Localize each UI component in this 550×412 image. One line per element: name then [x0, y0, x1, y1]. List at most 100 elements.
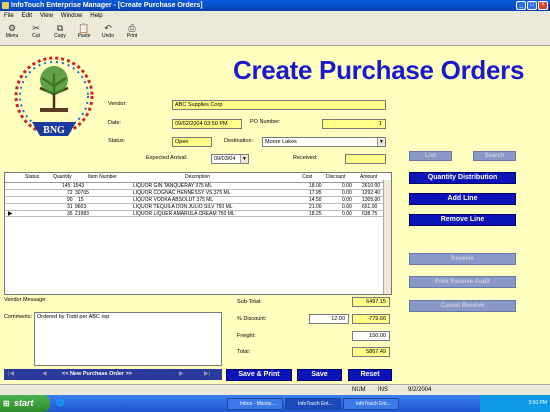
table-row[interactable]: 31 9603 LIQUOR TEQUILA DON JULIO SILV 75… [5, 203, 391, 210]
destination-select[interactable]: Moore Lakes ▼ [262, 137, 386, 147]
undo-icon: ↶ [104, 23, 112, 33]
prev-record-button[interactable]: ◀ [42, 370, 47, 377]
date-field[interactable]: 09/02/2004 03:50 PM [172, 119, 242, 129]
print-receive-audit-button[interactable]: Print Receive Audit [409, 276, 516, 288]
paste-button[interactable]: 📋 Paste [73, 23, 95, 44]
vendor-label: Vendor: [108, 101, 127, 107]
expected-arrival-select[interactable]: 09/03/04 ▼ [211, 154, 249, 164]
menu-tool-label: Menu [5, 33, 19, 39]
menu-bar: File Edit View Window Help [0, 11, 550, 21]
chevron-down-icon[interactable]: ▼ [240, 155, 248, 163]
paste-icon: 📋 [78, 23, 90, 33]
quantity-distribution-button[interactable]: Quantity Distribution [409, 172, 516, 184]
next-record-button[interactable]: ▶ [179, 370, 184, 377]
receive-button[interactable]: Receive [409, 253, 516, 265]
expected-arrival-value: 09/03/04 [214, 156, 236, 162]
clock: 3:50 PM [528, 400, 547, 406]
search-button[interactable]: Search [473, 151, 516, 161]
remove-line-button[interactable]: Remove Line [409, 214, 516, 226]
discount-amount-field: -779.66 [352, 314, 390, 324]
total-field: 5867.49 [352, 347, 390, 357]
taskbar-item[interactable]: Inbox - Micros... [227, 398, 283, 410]
menu-window[interactable]: Window [57, 11, 86, 21]
save-button[interactable]: Save [297, 369, 342, 381]
reset-button[interactable]: Reset [348, 369, 392, 381]
undo-button[interactable]: ↶ Undo [97, 23, 119, 44]
grid-scrollbar[interactable] [383, 180, 391, 294]
chevron-down-icon[interactable]: ▼ [377, 138, 385, 146]
minimize-button[interactable]: _ [516, 1, 526, 10]
close-button[interactable]: × [538, 1, 548, 10]
quick-launch-icon[interactable]: 🌐 [56, 400, 65, 407]
row-pointer-icon: ▶ [8, 211, 13, 217]
print-label: Print [126, 33, 138, 39]
status-date: 9/2/2004 [408, 387, 432, 393]
line-items-grid: Status Quantity Item Number Description … [4, 172, 392, 295]
po-number-field[interactable]: 1 [322, 119, 386, 129]
app-icon [2, 2, 9, 9]
page-title: Create Purchase Orders [233, 55, 525, 85]
print-button[interactable]: ⎙ Print [121, 23, 143, 44]
subtotal-label: Sub-Total: [237, 299, 262, 305]
cancel-receive-button[interactable]: Cancel Receive [409, 300, 516, 312]
copy-button[interactable]: ⧉ Copy [49, 23, 71, 44]
discount-cell: 0.00 [342, 211, 352, 217]
start-label: start [14, 398, 34, 408]
taskbar-item[interactable]: InfoTouch Ent... [343, 398, 399, 410]
copy-label: Copy [54, 33, 66, 39]
comments-field[interactable]: Ordered by Todd per ABC rep [34, 312, 222, 366]
add-line-button[interactable]: Add Line [409, 193, 516, 205]
qty-cell: 35 [67, 211, 73, 217]
system-tray: 3:50 PM [480, 395, 550, 412]
amount-cell: 638.75 [362, 211, 378, 217]
comments-label: Comments: [4, 314, 33, 320]
col-header-item-number[interactable]: Item Number [88, 174, 117, 180]
start-button[interactable]: ⊞ start [0, 395, 50, 412]
menu-icon: ⚙ [7, 23, 17, 33]
col-header-quantity[interactable]: Quantity [53, 174, 72, 180]
menu-help[interactable]: Help [86, 11, 106, 21]
expected-arrival-label: Expected Arrival: [146, 155, 188, 161]
cut-button[interactable]: ✂ Cut [25, 23, 47, 44]
col-header-cost[interactable]: Cost [302, 174, 312, 180]
cut-label: Cut [32, 33, 40, 39]
maximize-button[interactable]: □ [527, 1, 537, 10]
menu-view[interactable]: View [36, 11, 57, 21]
new-purchase-order-button[interactable]: << New Purchase Order >> [62, 371, 132, 377]
table-row[interactable]: 145 1543 LIQUOR GIN TANQUERAY 375 ML 18.… [5, 182, 391, 189]
undo-label: Undo [102, 33, 114, 39]
received-field[interactable] [345, 154, 386, 164]
vendor-field[interactable]: ABC Supplies Corp [172, 100, 386, 110]
taskbar-item[interactable]: InfoTouch Ent... [285, 398, 341, 410]
menu-edit[interactable]: Edit [18, 11, 36, 21]
col-header-discount[interactable]: Discount [326, 174, 345, 180]
menu-tool-button[interactable]: ⚙ Menu [1, 23, 23, 44]
last-record-button[interactable]: ▶| [204, 370, 210, 377]
col-header-amount[interactable]: Amount [360, 174, 377, 180]
desc-cell: LIQUOR LIQUER AMARULA CREAM 750 ML [133, 211, 235, 217]
save-and-print-button[interactable]: Save & Print [226, 369, 292, 381]
col-header-status[interactable]: Status [25, 174, 39, 180]
table-row[interactable]: 72 30705 LIQUOR COGNAC HENNESSY VS 375 M… [5, 189, 391, 196]
copy-icon: ⧉ [56, 23, 64, 33]
list-button[interactable]: List [409, 151, 452, 161]
record-navigator: |◀ ◀ << New Purchase Order >> ▶ ▶| [4, 369, 222, 380]
table-row[interactable]: ▶ 35 21983 LIQUOR LIQUER AMARULA CREAM 7… [5, 210, 391, 217]
destination-value: Moore Lakes [265, 139, 297, 145]
paste-label: Paste [77, 33, 91, 39]
status-label: Status: [108, 138, 126, 144]
table-row[interactable]: 90 15 LIQUOR VODKA ABSOLUT 375 ML 14.50 … [5, 196, 391, 203]
destination-label: Destination: [224, 138, 254, 144]
cost-cell: 18.25 [309, 211, 322, 217]
first-record-button[interactable]: |◀ [8, 370, 14, 377]
windows-logo-icon: ⊞ [3, 399, 10, 408]
status-field[interactable]: Open [172, 137, 212, 147]
col-header-description[interactable]: Description [185, 174, 210, 180]
toolbar: ⚙ Menu ✂ Cut ⧉ Copy 📋 Paste ↶ Undo ⎙ Print [0, 21, 550, 46]
discount-percent-field[interactable]: 12.00 [309, 314, 349, 324]
logo-text: BNG [43, 125, 65, 136]
freight-field[interactable]: 150.00 [352, 331, 390, 341]
menu-file[interactable]: File [0, 11, 18, 21]
received-label: Received: [293, 155, 318, 161]
date-label: Date: [108, 120, 122, 126]
